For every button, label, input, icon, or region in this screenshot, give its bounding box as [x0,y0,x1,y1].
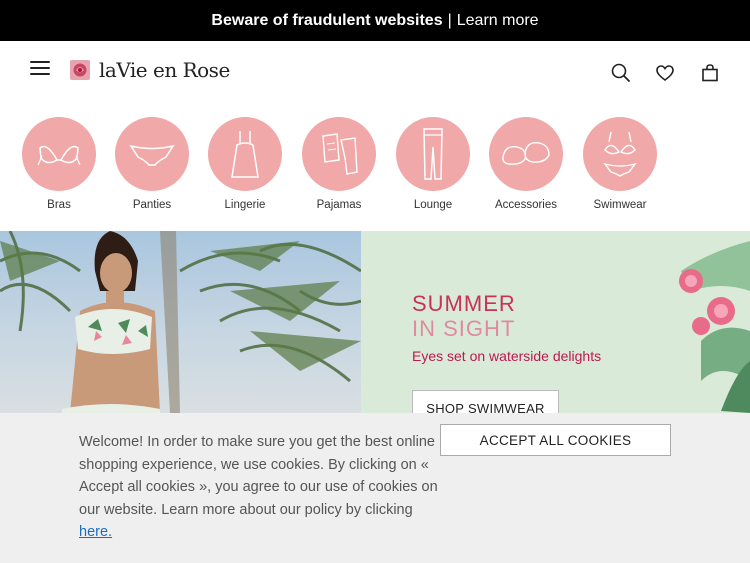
cookie-text: Welcome! In order to make sure you get t… [79,434,438,518]
cookie-policy-link[interactable]: here. [79,524,112,540]
hamburger-icon[interactable] [30,61,50,77]
category-label: Panties [132,199,172,211]
announcement-title: Beware of fraudulent websites [211,11,443,29]
hero-image[interactable] [0,231,361,413]
category-label: Accessories [495,199,557,211]
cookie-message: Welcome! In order to make sure you get t… [79,431,439,544]
category-nav: Bras Panties Lingerie Pajamas Lounge Acc… [0,99,750,231]
announcement-bar: Beware of fraudulent websites | Learn mo… [0,0,750,41]
panties-icon [129,144,175,166]
category-label: Swimwear [593,199,647,211]
tropical-flowers-decoration [679,241,750,413]
accept-all-cookies-button[interactable]: ACCEPT ALL COOKIES [440,424,671,456]
announcement-learn-more-link[interactable]: Learn more [457,12,539,30]
bikini-icon [603,131,637,177]
shopping-bag-icon[interactable] [699,62,721,84]
category-accessories[interactable]: Accessories [486,117,566,211]
slippers-icon [502,142,550,165]
category-swimwear[interactable]: Swimwear [580,117,660,211]
heart-icon[interactable] [654,62,676,84]
site-header: laVie en Rose [0,41,750,99]
hero-promo-panel: SUMMER IN SIGHT Eyes set on waterside de… [361,231,750,413]
category-lounge[interactable]: Lounge [393,117,473,211]
pajamas-icon [322,133,358,175]
hero-headline-line1: SUMMER [412,291,516,316]
hero-headline-line2: IN SIGHT [412,316,516,341]
category-pajamas[interactable]: Pajamas [299,117,379,211]
announcement-separator: | [447,11,452,29]
hero-photo [0,231,361,413]
shop-swimwear-button[interactable]: SHOP SWIMWEAR [412,390,559,413]
category-lingerie[interactable]: Lingerie [205,117,285,211]
logo-text: laVie en Rose [99,58,230,82]
hero-subline: Eyes set on waterside delights [412,348,602,364]
lounge-pants-icon [423,128,443,180]
rose-logo-icon [70,60,90,80]
category-bras[interactable]: Bras [19,117,99,211]
category-label: Lingerie [224,199,266,211]
search-icon[interactable] [610,62,632,84]
cookie-banner: Welcome! In order to make sure you get t… [0,413,750,563]
lingerie-icon [231,131,259,178]
bra-icon [37,145,81,166]
hero-headline: SUMMER IN SIGHT [412,291,516,341]
category-panties[interactable]: Panties [112,117,192,211]
site-logo[interactable]: laVie en Rose [70,58,230,82]
category-label: Bras [47,199,71,211]
category-label: Lounge [413,199,453,211]
category-label: Pajamas [316,199,362,211]
